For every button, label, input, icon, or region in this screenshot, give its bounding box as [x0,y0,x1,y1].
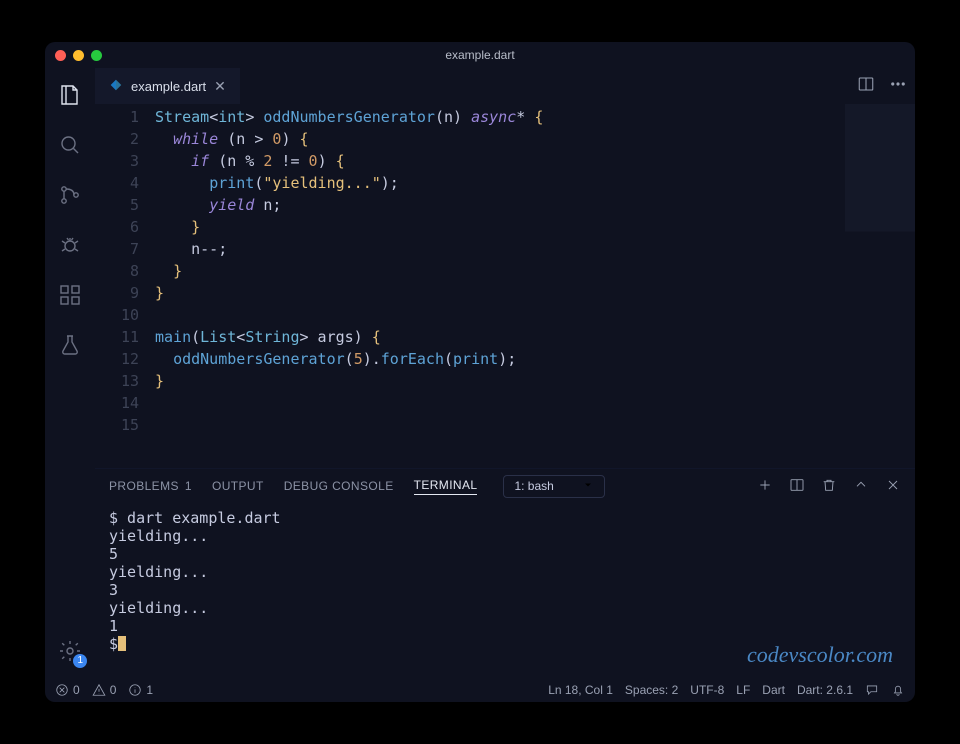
debug-icon[interactable] [57,232,83,258]
tab-problems[interactable]: PROBLEMS 1 [109,479,192,493]
watermark: codevscolor.com [747,642,893,668]
tab-terminal[interactable]: TERMINAL [414,478,478,495]
split-editor-icon[interactable] [857,75,875,98]
shell-label: 1: bash [514,479,553,493]
source-control-icon[interactable] [57,182,83,208]
settings-badge: 1 [73,654,87,668]
tab-debug-console[interactable]: DEBUG CONSOLE [284,479,394,493]
status-bar: 0 0 1 Ln 18, Col 1 Spaces: 2 UTF-8 LF Da… [45,678,915,702]
line-number-gutter: 123456789101112131415 [95,104,155,468]
code-content[interactable]: Stream<int> oddNumbersGenerator(n) async… [155,104,845,468]
status-info[interactable]: 1 [128,683,153,697]
kill-terminal-icon[interactable] [821,477,837,496]
feedback-icon[interactable] [865,683,879,697]
more-actions-icon[interactable] [889,75,907,98]
status-encoding[interactable]: UTF-8 [690,683,724,697]
status-indentation[interactable]: Spaces: 2 [625,683,678,697]
tab-output[interactable]: OUTPUT [212,479,264,493]
tab-bar: example.dart ✕ [95,68,915,104]
terminal-shell-select[interactable]: 1: bash [503,475,604,498]
maximize-panel-icon[interactable] [853,477,869,496]
window-title: example.dart [45,48,915,62]
status-sdk[interactable]: Dart: 2.6.1 [797,683,853,697]
titlebar: example.dart [45,42,915,68]
chevron-down-icon [582,479,594,494]
new-terminal-icon[interactable] [757,477,773,496]
testing-icon[interactable] [57,332,83,358]
close-panel-icon[interactable] [885,477,901,496]
explorer-icon[interactable] [57,82,83,108]
status-language[interactable]: Dart [762,683,785,697]
activity-bar: 1 [45,68,95,678]
code-editor[interactable]: 123456789101112131415 Stream<int> oddNum… [95,104,915,468]
dart-file-icon [109,78,123,95]
search-icon[interactable] [57,132,83,158]
split-terminal-icon[interactable] [789,477,805,496]
editor-window: example.dart [45,42,915,702]
extensions-icon[interactable] [57,282,83,308]
minimap[interactable] [845,104,915,468]
settings-gear-icon[interactable]: 1 [57,638,83,664]
status-warnings[interactable]: 0 [92,683,117,697]
status-errors[interactable]: 0 [55,683,80,697]
close-tab-icon[interactable]: ✕ [214,78,226,95]
notifications-icon[interactable] [891,683,905,697]
tab-label: example.dart [131,79,206,94]
problems-label: PROBLEMS [109,479,179,493]
status-cursor-position[interactable]: Ln 18, Col 1 [548,683,613,697]
tab-example-dart[interactable]: example.dart ✕ [95,68,241,104]
problems-count: 1 [185,479,192,493]
status-eol[interactable]: LF [736,683,750,697]
